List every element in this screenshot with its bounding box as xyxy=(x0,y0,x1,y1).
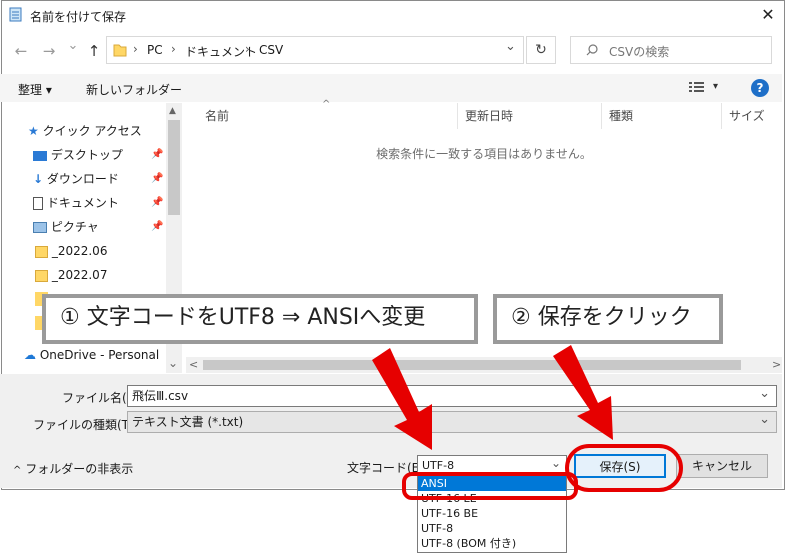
red-arrow-2 xyxy=(553,345,613,440)
red-arrow-1 xyxy=(372,348,432,450)
highlight-save-button xyxy=(565,444,683,492)
highlight-ansi-option xyxy=(402,472,578,500)
